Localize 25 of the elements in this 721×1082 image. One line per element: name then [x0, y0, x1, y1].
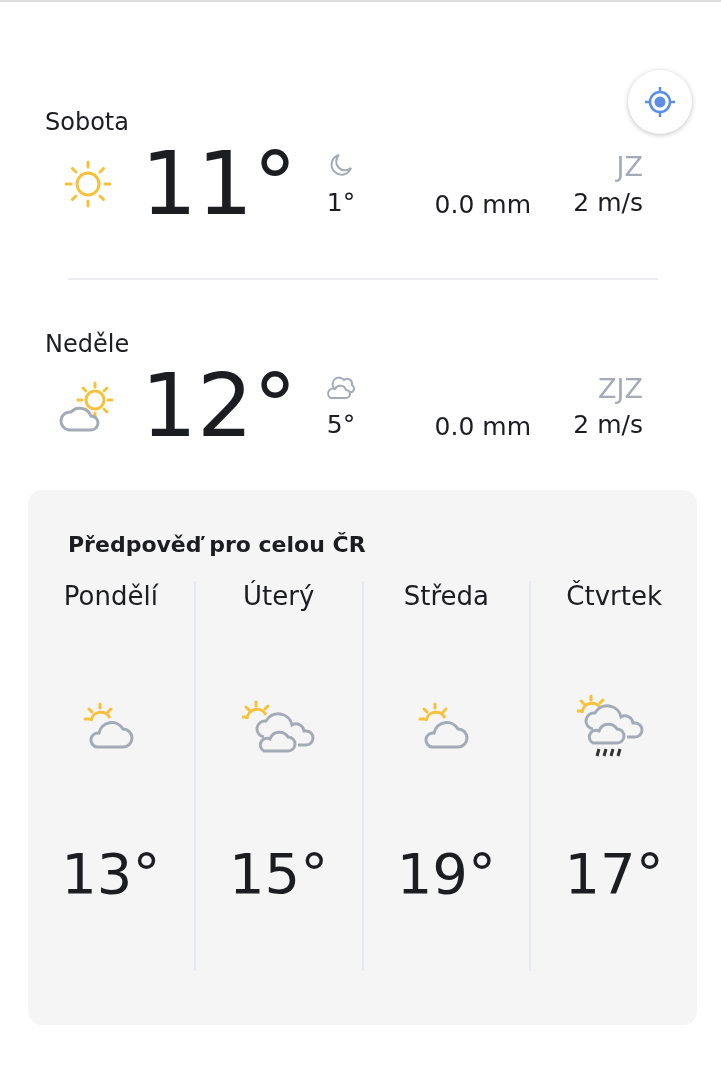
sun-clouds-icon [241, 699, 316, 753]
wind-direction: ZJZ [598, 373, 643, 404]
wind-speed: 2 m/s [573, 410, 643, 439]
target-icon [643, 85, 677, 119]
temperature: 19° [396, 841, 496, 906]
night-temperature: 1° [326, 187, 356, 217]
precipitation: 0.0 mm [434, 189, 531, 219]
night-temperature: 5° [326, 409, 356, 439]
temperature: 11° [141, 140, 298, 228]
day-name: Neděle [45, 330, 131, 358]
temperature: 12° [141, 362, 298, 450]
moon-icon [328, 151, 354, 178]
day-name: Čtvrtek [566, 581, 662, 611]
precipitation: 0.0 mm [434, 411, 531, 441]
locate-button[interactable] [628, 70, 692, 134]
wind-direction: JZ [616, 151, 643, 182]
day-name: Pondělí [63, 581, 158, 611]
temperature: 13° [61, 841, 161, 906]
wind-speed: 2 m/s [573, 188, 643, 217]
day-name: Středa [403, 581, 489, 611]
temperature: 15° [229, 841, 329, 906]
day-name: Sobota [45, 108, 130, 136]
forecast-title: Předpověď pro celou ČR [68, 532, 367, 557]
temperature: 17° [564, 841, 664, 906]
day-name: Úterý [242, 581, 315, 611]
